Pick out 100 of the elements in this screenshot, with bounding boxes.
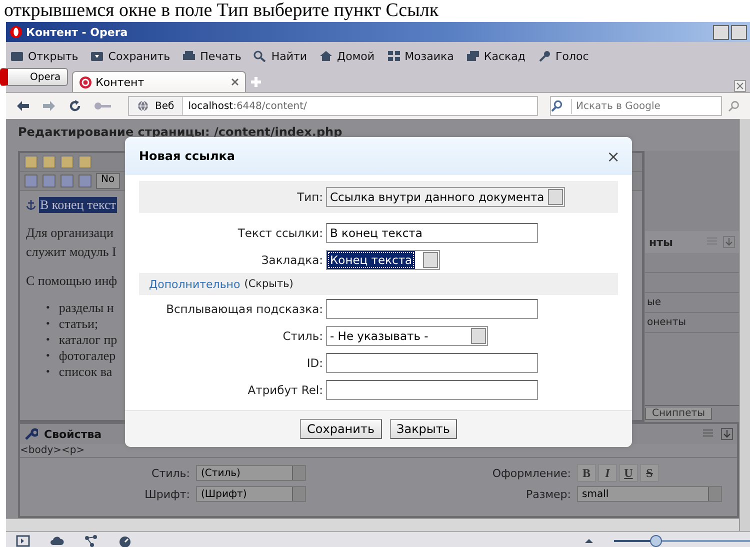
forward-arrow-icon[interactable] <box>42 100 56 112</box>
web-scope-button[interactable]: Веб <box>129 97 184 115</box>
bullet: • <box>46 349 50 364</box>
format-button[interactable]: I <box>598 464 617 482</box>
toolbar-icon[interactable] <box>42 174 56 188</box>
paragraph-text: С помощью инф <box>26 272 118 290</box>
toolbar-icon[interactable] <box>60 174 74 188</box>
toolbar-icon[interactable] <box>42 155 56 169</box>
toolbar-button[interactable]: Мозаика <box>386 50 454 62</box>
key-icon[interactable] <box>94 101 112 111</box>
wrench-icon <box>24 427 38 441</box>
field-label: Шрифт: <box>144 488 190 500</box>
text-field[interactable] <box>326 298 538 318</box>
dropdown[interactable]: Ссылка внутри данного документа <box>326 187 566 207</box>
download-icon[interactable] <box>721 428 733 440</box>
list-item: фотогалер <box>58 348 116 364</box>
reload-icon[interactable] <box>68 99 82 113</box>
panel-title: Свойства <box>44 428 102 440</box>
toolbar-button[interactable]: Домой <box>319 50 375 62</box>
speedometer-icon[interactable] <box>118 535 132 547</box>
format-dropdown[interactable]: No <box>96 173 120 189</box>
printer-icon <box>182 50 196 62</box>
font-dropdown[interactable]: (Шрифт) <box>196 486 306 502</box>
bullet: • <box>46 365 50 380</box>
field-label: Атрибут Rel: <box>248 382 323 396</box>
field-label: Стиль: <box>282 328 323 342</box>
field-label: Текст ссылки: <box>238 226 323 240</box>
cascade-icon <box>466 50 480 62</box>
anchor-text: В конец текст <box>39 197 117 213</box>
field-label: Стиль: <box>150 466 190 480</box>
list-icon[interactable] <box>703 429 715 439</box>
toolbar-button[interactable]: Открыть <box>10 50 78 62</box>
close-icon[interactable] <box>230 78 239 86</box>
zoom-slider-thumb[interactable] <box>650 535 662 547</box>
toolbar-button[interactable]: Печать <box>182 50 242 62</box>
toolbar-icon[interactable] <box>78 174 92 188</box>
field-label: Оформление: <box>491 466 571 480</box>
opera-logo-icon <box>9 25 23 39</box>
format-button[interactable]: U <box>619 464 638 482</box>
dialog-title: Новая ссылка <box>139 149 235 163</box>
field-label: Размер: <box>525 488 571 500</box>
minimize-button[interactable] <box>713 24 729 40</box>
toolbar-button[interactable]: Найти <box>253 50 308 62</box>
format-button[interactable]: B <box>577 464 596 482</box>
more-link[interactable]: Дополнительно <box>149 278 240 290</box>
list-item: список ва <box>58 364 112 380</box>
panel-title: нты <box>649 236 673 248</box>
dropdown[interactable]: Конец текста <box>326 250 440 270</box>
search-icon[interactable] <box>728 100 740 112</box>
toolbar-button[interactable]: Каскад <box>466 50 526 62</box>
folder-icon <box>10 50 24 62</box>
globe-icon <box>137 100 149 112</box>
vertical-scrollbar[interactable] <box>739 119 750 531</box>
cloud-icon[interactable] <box>50 536 64 546</box>
page-heading: Редактирование страницы: /content/index.php <box>18 125 342 139</box>
new-tab-icon[interactable] <box>250 76 262 88</box>
toolbar-button[interactable]: Голос <box>538 50 589 62</box>
dialog-button[interactable]: Сохранить <box>300 419 382 439</box>
toolbar-button[interactable]: Сохранить <box>90 50 170 62</box>
dialog-button[interactable]: Закрыть <box>390 419 457 439</box>
download-icon[interactable] <box>723 236 735 248</box>
up-arrow-icon[interactable] <box>584 538 594 544</box>
anchor-icon <box>26 199 36 211</box>
toolbar-icon[interactable] <box>24 174 38 188</box>
size-dropdown[interactable]: small <box>577 486 722 502</box>
search-field[interactable]: Искать в Google <box>550 96 722 116</box>
search-icon <box>253 50 268 62</box>
browser-tab[interactable]: Контент <box>72 71 246 92</box>
panel-tab[interactable]: Сниппеты <box>645 408 712 420</box>
horizontal-scrollbar[interactable] <box>6 518 739 531</box>
format-button[interactable]: S <box>640 464 659 482</box>
share-nodes-icon[interactable] <box>84 535 98 547</box>
microphone-icon <box>538 50 552 62</box>
opera-menu-button[interactable]: Opera <box>0 68 68 86</box>
url-text: localhost:6448/content/ <box>187 100 307 112</box>
list-icon[interactable] <box>707 237 719 247</box>
window-title: Контент - Opera <box>26 26 128 38</box>
text-field[interactable] <box>326 380 538 400</box>
back-arrow-icon[interactable] <box>16 100 30 112</box>
save-icon <box>90 50 104 62</box>
toolbar-icon[interactable] <box>78 155 92 169</box>
style-dropdown[interactable]: (Стиль) <box>196 465 306 481</box>
grid-icon <box>386 50 401 62</box>
close-tab-icon[interactable] <box>734 80 746 92</box>
address-field[interactable]: Веб localhost:6448/content/ <box>128 96 538 116</box>
home-icon <box>319 50 334 62</box>
toolbar-icon[interactable] <box>24 155 38 169</box>
toolbar-icon[interactable] <box>60 155 74 169</box>
bullet: • <box>46 317 50 332</box>
close-button[interactable]: × <box>602 146 624 166</box>
text-field[interactable] <box>326 352 538 372</box>
bullet: • <box>46 333 50 348</box>
panel-toggle-icon[interactable] <box>16 535 30 547</box>
list-item: статьи; <box>58 316 98 332</box>
restore-button[interactable] <box>731 24 747 40</box>
list-item: каталог пр <box>58 332 118 348</box>
dropdown[interactable]: - Не указывать - <box>326 326 488 346</box>
field-label: ID: <box>306 356 323 370</box>
hide-link[interactable]: (Скрыть) <box>244 278 294 290</box>
text-field[interactable]: В конец текста <box>326 222 538 242</box>
